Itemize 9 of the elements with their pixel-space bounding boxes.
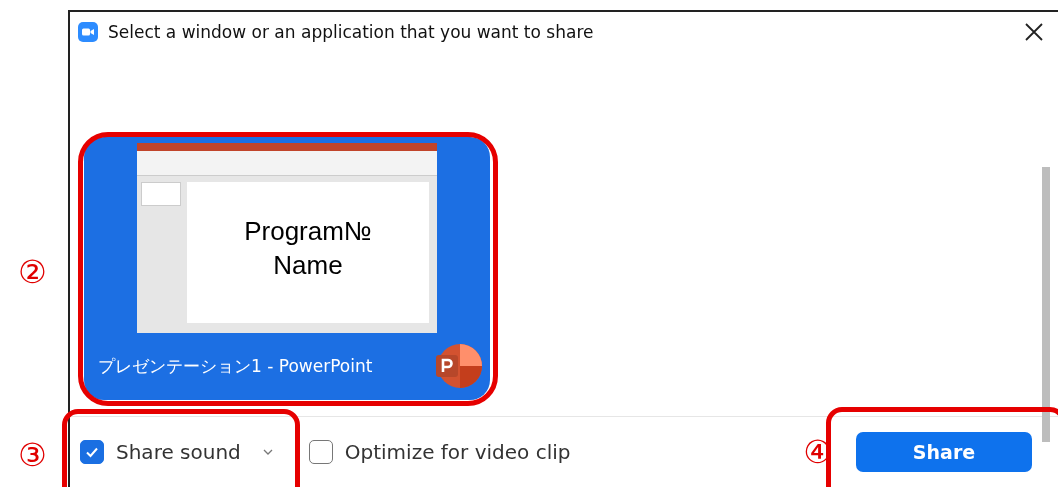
window-thumbnail[interactable]: Program№ Name プレゼンテーション1 - PowerPoint (84, 137, 490, 400)
option-label[interactable]: Share sound (116, 440, 241, 464)
slide-title: Program№ Name (244, 215, 372, 282)
share-button[interactable]: Share (856, 432, 1032, 472)
window-caption: プレゼンテーション1 - PowerPoint (97, 354, 374, 378)
step-number: ② (18, 254, 47, 290)
step-number: ③ (18, 437, 47, 473)
window-title: Select a window or an application that you want to share (108, 22, 595, 42)
option-label[interactable]: Optimize for video clip (344, 440, 571, 464)
